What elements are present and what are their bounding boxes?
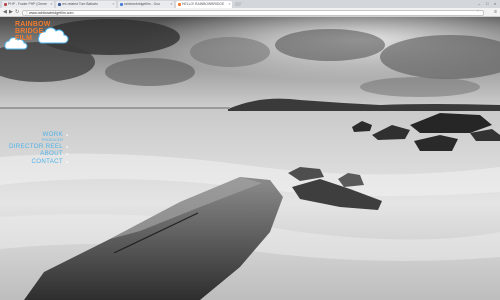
page-info-icon[interactable]: ⓘ	[25, 11, 29, 16]
close-window-icon[interactable]: ×	[494, 1, 496, 7]
nav-arrow-icon: ◂	[65, 132, 68, 137]
nav-about-link[interactable]: ABOUT ◂	[9, 150, 68, 158]
minimize-icon[interactable]: –	[478, 1, 480, 7]
nav-work-link[interactable]: WORK ◂	[9, 131, 68, 139]
logo-text-film: FILM	[15, 35, 33, 42]
main-nav: WORK ◂ PRODUCER DIRECTOR REEL ◂ ABOUT ◂ …	[9, 131, 68, 165]
browser-menu-icon[interactable]: ≡	[494, 9, 497, 16]
site-logo[interactable]: RAINBOW BRIDGE FILM	[3, 21, 73, 53]
maximize-icon[interactable]: □	[486, 1, 488, 7]
favicon-icon	[119, 3, 123, 6]
close-tab-icon[interactable]: ×	[170, 1, 172, 8]
browser-tab[interactable]: rainbowbridgefilm - Goo ×	[118, 1, 174, 8]
browser-tab-active[interactable]: HELLO! RAINBOWBRIDGE ×	[176, 1, 232, 8]
nav-director-reel-link[interactable]: DIRECTOR REEL ◂	[9, 143, 68, 151]
favicon-icon	[57, 3, 61, 6]
browser-tab[interactable]: PHP - Foster PHP (Genre ×	[2, 1, 54, 8]
back-icon[interactable]: ◀	[3, 9, 7, 16]
new-tab-button[interactable]	[234, 2, 242, 6]
close-tab-icon[interactable]: ×	[228, 1, 230, 8]
bookmark-star-icon[interactable]: ☆	[476, 8, 480, 13]
nav-arrow-icon: ◂	[65, 143, 68, 149]
logo-text-rainbow: RAINBOW	[15, 21, 51, 28]
close-tab-icon[interactable]: ×	[112, 1, 114, 8]
nav-contact-link[interactable]: CONTACT ◂	[9, 158, 68, 166]
page-viewport: RAINBOW BRIDGE FILM WORK ◂ PRODUCER DIRE…	[0, 17, 500, 300]
address-bar[interactable]: ⓘ www.rainbowbridgefilm.com	[22, 9, 484, 16]
forward-icon[interactable]: ▶	[9, 9, 13, 16]
nav-arrow-icon: ◂	[65, 158, 68, 164]
reload-icon[interactable]: ↻	[15, 9, 19, 16]
browser-toolbar: ◀ ▶ ↻ ⓘ www.rainbowbridgefilm.com ☆ ≡	[0, 8, 500, 17]
nav-arrow-icon: ◂	[65, 151, 68, 157]
browser-tab[interactable]: rex.related Tom Balkwin ×	[56, 1, 116, 8]
tab-bar: PHP - Foster PHP (Genre × rex.related To…	[0, 0, 500, 8]
logo-text-bridge: BRIDGE	[15, 28, 44, 35]
favicon-icon	[177, 3, 181, 6]
hero-background-photo	[0, 17, 500, 300]
favicon-icon	[3, 3, 7, 6]
close-tab-icon[interactable]: ×	[50, 1, 52, 8]
